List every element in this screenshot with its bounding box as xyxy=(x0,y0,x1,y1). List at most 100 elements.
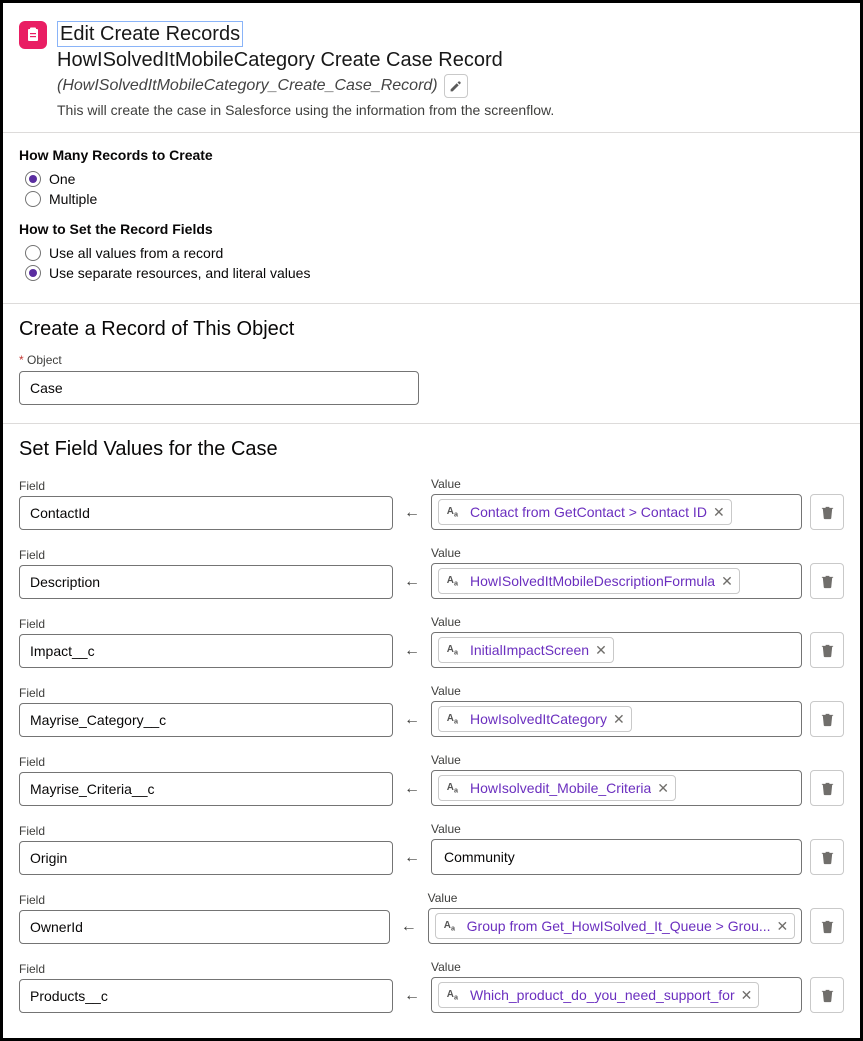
delete-row-button[interactable] xyxy=(810,770,844,806)
field-mapping-row: Field Impact__c ← Value Aa InitialImpact… xyxy=(3,611,860,680)
text-resource-icon: Aa xyxy=(445,710,463,728)
resource-pill[interactable]: Aa InitialImpactScreen ✕ xyxy=(438,637,614,663)
value-input[interactable]: Aa HowIsolvedit_Mobile_Criteria ✕ xyxy=(431,770,802,806)
field-input[interactable]: Description xyxy=(19,565,393,599)
value-input[interactable]: Aa HowIsolvedItCategory ✕ xyxy=(431,701,802,737)
how-many-label: How Many Records to Create xyxy=(19,147,844,163)
element-label: HowISolvedItMobileCategory Create Case R… xyxy=(57,49,554,72)
field-input[interactable]: Impact__c xyxy=(19,634,393,668)
radio-use-all-values[interactable]: Use all values from a record xyxy=(25,245,844,261)
element-description: This will create the case in Salesforce … xyxy=(57,102,554,118)
field-label: Field xyxy=(19,686,393,700)
field-label: Field xyxy=(19,548,393,562)
resource-pill[interactable]: Aa HowIsolvedit_Mobile_Criteria ✕ xyxy=(438,775,676,801)
arrow-left-icon: ← xyxy=(401,849,423,867)
pencil-icon xyxy=(449,80,462,93)
object-input[interactable]: Case xyxy=(19,371,419,405)
resource-pill[interactable]: Aa Which_product_do_you_need_support_for… xyxy=(438,982,759,1008)
trash-icon xyxy=(820,850,835,865)
page-title: Edit Create Records xyxy=(57,21,243,47)
delete-row-button[interactable] xyxy=(810,701,844,737)
delete-row-button[interactable] xyxy=(810,839,844,875)
delete-row-button[interactable] xyxy=(810,563,844,599)
svg-text:A: A xyxy=(447,782,454,793)
value-label: Value xyxy=(431,960,802,974)
svg-text:a: a xyxy=(454,993,459,1002)
value-label: Value xyxy=(431,546,802,560)
radio-use-separate[interactable]: Use separate resources, and literal valu… xyxy=(25,265,844,281)
field-mapping-row: Field Mayrise_Criteria__c ← Value Aa How… xyxy=(3,749,860,818)
object-label-text: Object xyxy=(27,353,62,367)
field-input[interactable]: OwnerId xyxy=(19,910,390,944)
trash-icon xyxy=(820,781,835,796)
delete-row-button[interactable] xyxy=(810,908,844,944)
field-input[interactable]: Mayrise_Criteria__c xyxy=(19,772,393,806)
radio-one[interactable]: One xyxy=(25,171,844,187)
field-input[interactable]: ContactId xyxy=(19,496,393,530)
pill-text: HowIsolvedItCategory xyxy=(470,711,607,727)
how-set-label: How to Set the Record Fields xyxy=(19,221,844,237)
radio-multiple[interactable]: Multiple xyxy=(25,191,844,207)
field-label: Field xyxy=(19,617,393,631)
value-input[interactable]: Aa Group from Get_HowISolved_It_Queue > … xyxy=(428,908,803,944)
remove-pill-icon[interactable]: ✕ xyxy=(657,780,669,797)
svg-text:A: A xyxy=(447,989,454,1000)
value-label: Value xyxy=(428,891,803,905)
trash-icon xyxy=(820,505,835,520)
field-label: Field xyxy=(19,824,393,838)
resource-pill[interactable]: Aa HowIsolvedItCategory ✕ xyxy=(438,706,632,732)
field-input[interactable]: Origin xyxy=(19,841,393,875)
field-mapping-row: Field OwnerId ← Value Aa Group from Get_… xyxy=(3,887,860,956)
value-input[interactable]: Aa InitialImpactScreen ✕ xyxy=(431,632,802,668)
trash-icon xyxy=(820,643,835,658)
field-name: Origin xyxy=(30,850,67,866)
remove-pill-icon[interactable]: ✕ xyxy=(777,918,789,935)
delete-row-button[interactable] xyxy=(810,494,844,530)
resource-pill[interactable]: Aa Group from Get_HowISolved_It_Queue > … xyxy=(435,913,796,939)
value-input[interactable]: Aa Which_product_do_you_need_support_for… xyxy=(431,977,802,1013)
pill-text: InitialImpactScreen xyxy=(470,642,589,658)
svg-text:a: a xyxy=(454,510,459,519)
value-input[interactable]: Aa Contact from GetContact > Contact ID … xyxy=(431,494,802,530)
remove-pill-icon[interactable]: ✕ xyxy=(741,987,753,1004)
delete-row-button[interactable] xyxy=(810,632,844,668)
arrow-left-icon: ← xyxy=(401,987,423,1005)
field-input[interactable]: Mayrise_Category__c xyxy=(19,703,393,737)
text-resource-icon: Aa xyxy=(445,572,463,590)
remove-pill-icon[interactable]: ✕ xyxy=(613,711,625,728)
radio-label: Use all values from a record xyxy=(49,245,223,261)
radio-icon xyxy=(25,171,41,187)
remove-pill-icon[interactable]: ✕ xyxy=(595,642,607,659)
api-name: (HowISolvedItMobileCategory_Create_Case_… xyxy=(57,77,438,95)
field-mapping-row: Field Products__c ← Value Aa Which_produ… xyxy=(3,956,860,1025)
edit-api-name-button[interactable] xyxy=(444,74,468,98)
svg-text:A: A xyxy=(447,644,454,655)
create-record-heading: Create a Record of This Object xyxy=(3,304,860,353)
delete-row-button[interactable] xyxy=(810,977,844,1013)
field-input[interactable]: Products__c xyxy=(19,979,393,1013)
svg-text:A: A xyxy=(447,713,454,724)
value-label: Value xyxy=(431,822,802,836)
pill-text: Contact from GetContact > Contact ID xyxy=(470,504,707,520)
object-label: * Object xyxy=(3,353,860,367)
trash-icon xyxy=(820,988,835,1003)
text-resource-icon: Aa xyxy=(445,641,463,659)
radio-icon xyxy=(25,191,41,207)
value-label: Value xyxy=(431,477,802,491)
field-mapping-row: Field ContactId ← Value Aa Contact from … xyxy=(3,473,860,542)
value-input[interactable]: Community xyxy=(431,839,802,875)
resource-pill[interactable]: Aa Contact from GetContact > Contact ID … xyxy=(438,499,732,525)
value-label: Value xyxy=(431,615,802,629)
radio-label: Multiple xyxy=(49,191,97,207)
field-mapping-row: Field Mayrise_Category__c ← Value Aa How… xyxy=(3,680,860,749)
field-name: ContactId xyxy=(30,505,90,521)
svg-text:a: a xyxy=(454,786,459,795)
pill-text: Group from Get_HowISolved_It_Queue > Gro… xyxy=(467,918,771,934)
svg-text:a: a xyxy=(454,648,459,657)
remove-pill-icon[interactable]: ✕ xyxy=(721,573,733,590)
value-text: Community xyxy=(438,849,515,865)
resource-pill[interactable]: Aa HowISolvedItMobileDescriptionFormula … xyxy=(438,568,740,594)
remove-pill-icon[interactable]: ✕ xyxy=(713,504,725,521)
svg-text:A: A xyxy=(447,506,454,517)
value-input[interactable]: Aa HowISolvedItMobileDescriptionFormula … xyxy=(431,563,802,599)
